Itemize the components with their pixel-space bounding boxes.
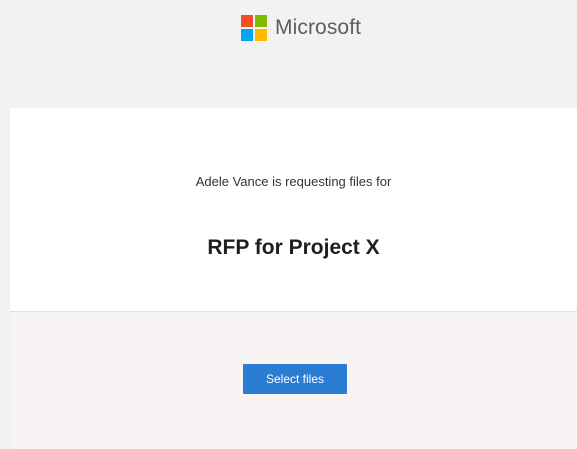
- microsoft-logo-icon: [241, 15, 267, 41]
- upload-area: Select files: [10, 312, 577, 449]
- request-card: Adele Vance is requesting files for RFP …: [10, 108, 577, 312]
- logo-square-yellow: [255, 29, 267, 41]
- project-title: RFP for Project X: [207, 236, 380, 259]
- header: Microsoft: [10, 0, 577, 108]
- logo-square-red: [241, 15, 253, 27]
- logo-square-blue: [241, 29, 253, 41]
- logo-square-green: [255, 15, 267, 27]
- brand-name: Microsoft: [275, 16, 362, 39]
- brand: Microsoft: [241, 15, 361, 41]
- request-message: Adele Vance is requesting files for: [195, 174, 392, 189]
- select-files-button[interactable]: Select files: [243, 364, 347, 394]
- file-request-page: Microsoft Adele Vance is requesting file…: [0, 0, 577, 449]
